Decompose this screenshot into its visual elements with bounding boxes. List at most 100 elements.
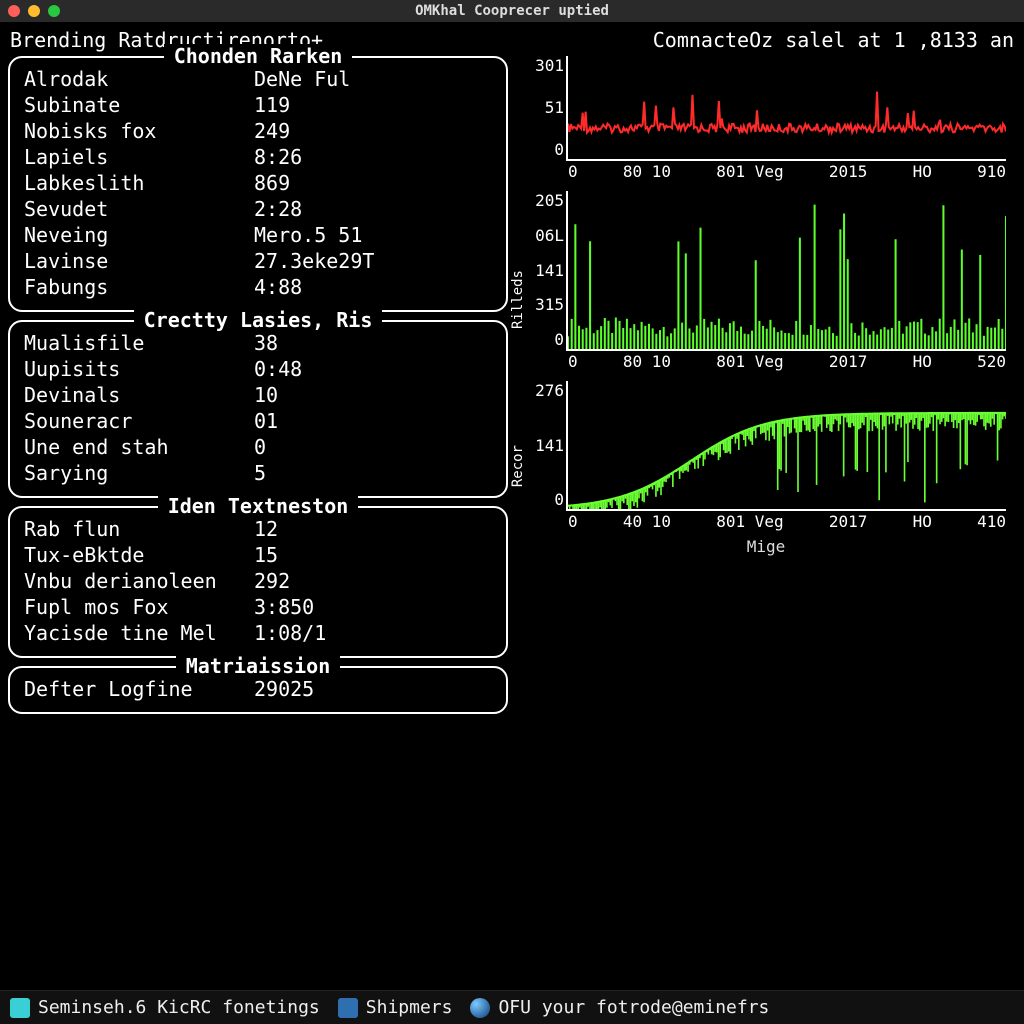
x-tick: HO xyxy=(913,512,932,531)
stat-value: 2:28 xyxy=(254,196,302,222)
stat-value: 12 xyxy=(254,516,278,542)
taskbar-item[interactable]: Seminseh.6 KicRC fonetings xyxy=(10,997,320,1018)
taskbar[interactable]: Seminseh.6 KicRC fonetings Shipmers OFU yo… xyxy=(0,990,1024,1024)
globe-icon xyxy=(470,998,490,1018)
stat-row: Sarying5 xyxy=(24,460,492,486)
x-tick: 0 xyxy=(568,512,578,531)
stat-label: Neveing xyxy=(24,222,254,248)
y-tick: 0 xyxy=(520,140,564,159)
stat-value: 8:26 xyxy=(254,144,302,170)
stat-row: Tux-eBktde15 xyxy=(24,542,492,568)
stats-column: Chonden RarkenAlrodakDeNe FulSubinate119… xyxy=(8,56,508,714)
x-tick: HO xyxy=(913,352,932,371)
taskbar-label: OFU your fotrode@eminefrs xyxy=(498,997,769,1018)
chart-0: 301510080 10801 Veg2015HO910 xyxy=(566,56,1006,161)
header: Brending Ratdructirenorto+ ComnacteOz sa… xyxy=(0,22,1024,56)
charts-column: 301510080 10801 Veg2015HO91020506L141315… xyxy=(516,56,1016,714)
y-axis-label: Rilleds xyxy=(510,270,526,329)
taskbar-item[interactable]: Shipmers xyxy=(338,997,453,1018)
ship-icon xyxy=(338,998,358,1018)
taskbar-item[interactable]: OFU your fotrode@eminefrs xyxy=(470,997,769,1018)
stat-row: Uupisits0:48 xyxy=(24,356,492,382)
stat-label: Souneracr xyxy=(24,408,254,434)
stat-label: Devinals xyxy=(24,382,254,408)
stat-value: 10 xyxy=(254,382,278,408)
stat-label: Sevudet xyxy=(24,196,254,222)
x-tick: 910 xyxy=(977,162,1006,181)
x-tick: 0 xyxy=(568,352,578,371)
stat-row: Rab flun12 xyxy=(24,516,492,542)
y-tick: 301 xyxy=(520,56,564,75)
stat-value: 38 xyxy=(254,330,278,356)
y-tick: 0 xyxy=(520,490,564,509)
stat-value: 0:48 xyxy=(254,356,302,382)
panel-0: Chonden RarkenAlrodakDeNe FulSubinate119… xyxy=(8,56,508,312)
stat-value: 01 xyxy=(254,408,278,434)
y-axis-label: Recor xyxy=(510,445,526,487)
stat-value: 292 xyxy=(254,568,290,594)
stat-row: Vnbu derianoleen292 xyxy=(24,568,492,594)
stat-row: Sevudet2:28 xyxy=(24,196,492,222)
stat-label: Defter Logfine xyxy=(24,676,254,702)
panel-1: Crectty Lasies, RisMualisfile38Uupisits0… xyxy=(8,320,508,498)
taskbar-label: Shipmers xyxy=(366,997,453,1018)
stat-label: Rab flun xyxy=(24,516,254,542)
x-tick: 801 Veg xyxy=(716,352,783,371)
stat-label: Tux-eBktde xyxy=(24,542,254,568)
stat-row: Subinate119 xyxy=(24,92,492,118)
x-tick: 801 Veg xyxy=(716,512,783,531)
x-tick: 80 10 xyxy=(623,352,671,371)
stat-value: 119 xyxy=(254,92,290,118)
x-tick: 2015 xyxy=(829,162,868,181)
stat-value: 5 xyxy=(254,460,266,486)
stat-row: Lavinse27.3eke29T xyxy=(24,248,492,274)
stat-row: Defter Logfine29025 xyxy=(24,676,492,702)
stat-value: 4:88 xyxy=(254,274,302,300)
x-tick: 801 Veg xyxy=(716,162,783,181)
stat-value: 29025 xyxy=(254,676,314,702)
stat-label: Lapiels xyxy=(24,144,254,170)
stat-row: Lapiels8:26 xyxy=(24,144,492,170)
stat-label: Yacisde tine Mel xyxy=(24,620,254,646)
stat-row: Yacisde tine Mel1:08/1 xyxy=(24,620,492,646)
chart-2: 2761410Recor040 10801 Veg2017HO410 xyxy=(566,381,1006,511)
stat-label: Alrodak xyxy=(24,66,254,92)
stat-label: Subinate xyxy=(24,92,254,118)
y-tick: 276 xyxy=(520,381,564,400)
stat-value: 0 xyxy=(254,434,266,460)
y-tick: 141 xyxy=(520,436,564,455)
panel-3: MatriaissionDefter Logfine29025 xyxy=(8,666,508,714)
taskbar-label: Seminseh.6 KicRC fonetings xyxy=(38,997,320,1018)
stat-row: Une end stah0 xyxy=(24,434,492,460)
header-right: ComnacteOz salel at 1 ,8133 an xyxy=(653,28,1014,52)
stat-row: Fabungs4:88 xyxy=(24,274,492,300)
stat-label: Nobisks fox xyxy=(24,118,254,144)
titlebar: OMKhal Cooprecer uptied xyxy=(0,0,1024,22)
stat-label: Lavinse xyxy=(24,248,254,274)
stat-row: Fupl mos Fox3:850 xyxy=(24,594,492,620)
stat-row: Devinals10 xyxy=(24,382,492,408)
stat-label: Uupisits xyxy=(24,356,254,382)
stat-label: Sarying xyxy=(24,460,254,486)
stat-row: Nobisks fox249 xyxy=(24,118,492,144)
chart-1: 20506L1413150Rilleds080 10801 Veg2017HO5… xyxy=(566,191,1006,351)
x-tick: 0 xyxy=(568,162,578,181)
x-tick: 40 10 xyxy=(623,512,671,531)
stat-row: NeveingMero.5 51 xyxy=(24,222,492,248)
stat-row: Souneracr01 xyxy=(24,408,492,434)
y-tick: 51 xyxy=(520,98,564,117)
stat-label: Fupl mos Fox xyxy=(24,594,254,620)
y-tick: 205 xyxy=(520,191,564,210)
x-tick: 410 xyxy=(977,512,1006,531)
stat-label: Une end stah xyxy=(24,434,254,460)
stat-value: 869 xyxy=(254,170,290,196)
stat-label: Labkeslith xyxy=(24,170,254,196)
stat-value: 1:08/1 xyxy=(254,620,326,646)
stat-value: 249 xyxy=(254,118,290,144)
stat-value: Mero.5 51 xyxy=(254,222,362,248)
stat-row: Mualisfile38 xyxy=(24,330,492,356)
app-icon xyxy=(10,998,30,1018)
stat-label: Vnbu derianoleen xyxy=(24,568,254,594)
stat-label: Mualisfile xyxy=(24,330,254,356)
stat-value: 15 xyxy=(254,542,278,568)
